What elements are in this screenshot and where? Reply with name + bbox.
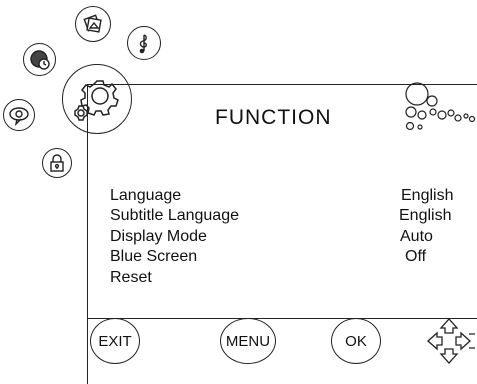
- bubbles-icon: [400, 82, 477, 137]
- menu-button[interactable]: MENU: [220, 318, 276, 364]
- subtitle-language-value: English: [399, 207, 452, 224]
- menu-item-reset[interactable]: Reset: [110, 269, 152, 287]
- lock-icon: [48, 153, 66, 173]
- music-tab[interactable]: [127, 26, 161, 60]
- display-mode-value: Auto: [400, 228, 433, 245]
- clock-icon: [28, 48, 52, 72]
- lock-tab[interactable]: [42, 148, 72, 178]
- exit-button[interactable]: EXIT: [90, 318, 140, 364]
- speech-tab[interactable]: [3, 99, 35, 131]
- menu-item-subtitle-language[interactable]: Subtitle Language: [110, 207, 239, 225]
- picture-icon: [82, 13, 104, 35]
- music-icon: [133, 32, 155, 54]
- blue-screen-value: Off: [405, 248, 427, 265]
- clock-tab[interactable]: [23, 43, 56, 76]
- footer-divider: [87, 318, 477, 319]
- page-title: FUNCTION: [215, 106, 332, 129]
- dpad-arrows-icon[interactable]: [425, 316, 477, 371]
- menu-item-display-mode[interactable]: Display Mode: [110, 228, 207, 246]
- ok-button[interactable]: OK: [331, 318, 381, 364]
- menu-item-blue-screen[interactable]: Blue Screen: [110, 248, 197, 266]
- language-value: English: [401, 187, 454, 204]
- picture-tab[interactable]: [75, 6, 111, 42]
- speech-icon: [8, 104, 30, 126]
- menu-item-language[interactable]: Language: [110, 187, 181, 205]
